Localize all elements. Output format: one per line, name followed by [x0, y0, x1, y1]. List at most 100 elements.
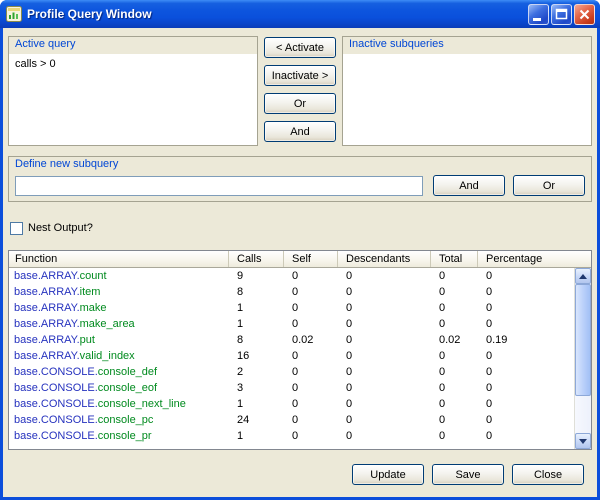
column-header-function[interactable]: Function: [9, 251, 229, 267]
scrollbar-thumb[interactable]: [575, 284, 591, 396]
close-button[interactable]: [574, 4, 595, 25]
descendants-cell: 0: [338, 316, 431, 332]
function-qualifier: base.ARRAY.: [14, 350, 80, 362]
scroll-up-button[interactable]: [575, 268, 591, 284]
titlebar[interactable]: Profile Query Window: [0, 0, 600, 28]
save-button[interactable]: Save: [432, 464, 504, 485]
active-query-label: Active query: [9, 37, 257, 53]
table-row[interactable]: base.ARRAY.make_area 1 0 0 0 0: [9, 316, 574, 332]
column-header-percentage[interactable]: Percentage: [478, 251, 591, 267]
total-cell: 0: [431, 284, 478, 300]
function-feature: count: [80, 270, 107, 282]
active-query-item[interactable]: calls > 0: [9, 54, 257, 72]
percentage-cell: 0: [478, 428, 574, 444]
function-qualifier: base.ARRAY.: [14, 270, 80, 282]
column-header-calls[interactable]: Calls: [229, 251, 284, 267]
table-row[interactable]: base.CONSOLE.console_pr 1 0 0 0 0: [9, 428, 574, 444]
table-row[interactable]: base.ARRAY.count 9 0 0 0 0: [9, 268, 574, 284]
percentage-cell: 0: [478, 316, 574, 332]
total-cell: 0: [431, 428, 478, 444]
minimize-button[interactable]: [528, 4, 549, 25]
function-cell: base.ARRAY.valid_index: [9, 348, 229, 364]
table-body[interactable]: base.ARRAY.count 9 0 0 0 0 base.ARRAY.it…: [9, 268, 574, 449]
minimize-icon: [529, 5, 548, 24]
descendants-cell: 0: [338, 396, 431, 412]
function-cell: base.ARRAY.make: [9, 300, 229, 316]
function-feature: console_pc: [98, 414, 154, 426]
scroll-down-button[interactable]: [575, 433, 591, 449]
table-row[interactable]: base.CONSOLE.console_next_line 1 0 0 0 0: [9, 396, 574, 412]
table-row[interactable]: base.CONSOLE.console_pc 24 0 0 0 0: [9, 412, 574, 428]
function-cell: base.CONSOLE.console_eof: [9, 380, 229, 396]
self-cell: 0: [284, 428, 338, 444]
table-row[interactable]: base.ARRAY.put 8 0.02 0 0.02 0.19: [9, 332, 574, 348]
function-feature: console_next_line: [98, 398, 186, 410]
descendants-cell: 0: [338, 332, 431, 348]
total-cell: 0.02: [431, 332, 478, 348]
close-icon: [575, 5, 594, 24]
inactive-subqueries-list[interactable]: [343, 54, 591, 145]
window-controls: [528, 4, 595, 25]
function-qualifier: base.ARRAY.: [14, 318, 80, 330]
self-cell: 0: [284, 348, 338, 364]
function-qualifier: base.ARRAY.: [14, 334, 80, 346]
inactivate-button[interactable]: Inactivate >: [264, 65, 336, 86]
subquery-and-button[interactable]: And: [433, 175, 505, 196]
vertical-scrollbar[interactable]: [574, 268, 591, 449]
function-feature: put: [80, 334, 95, 346]
subquery-or-button[interactable]: Or: [513, 175, 585, 196]
total-cell: 0: [431, 380, 478, 396]
close-dialog-button[interactable]: Close: [512, 464, 584, 485]
inactive-subqueries-label: Inactive subqueries: [343, 37, 591, 53]
descendants-cell: 0: [338, 284, 431, 300]
column-header-descendants[interactable]: Descendants: [338, 251, 431, 267]
table-row[interactable]: base.CONSOLE.console_eof 3 0 0 0 0: [9, 380, 574, 396]
descendants-cell: 0: [338, 428, 431, 444]
subquery-input[interactable]: [15, 176, 423, 196]
function-cell: base.ARRAY.make_area: [9, 316, 229, 332]
function-qualifier: base.CONSOLE.: [14, 366, 98, 378]
table-header: Function Calls Self Descendants Total Pe…: [9, 251, 591, 268]
percentage-cell: 0: [478, 268, 574, 284]
function-feature: console_pr: [98, 430, 152, 442]
function-feature: console_def: [98, 366, 157, 378]
function-qualifier: base.CONSOLE.: [14, 430, 98, 442]
column-header-self[interactable]: Self: [284, 251, 338, 267]
nest-output-label: Nest Output?: [28, 222, 93, 235]
update-button[interactable]: Update: [352, 464, 424, 485]
column-header-total[interactable]: Total: [431, 251, 478, 267]
calls-cell: 24: [229, 412, 284, 428]
calls-cell: 8: [229, 332, 284, 348]
active-query-list[interactable]: calls > 0: [9, 54, 257, 145]
function-qualifier: base.CONSOLE.: [14, 398, 98, 410]
or-button[interactable]: Or: [264, 93, 336, 114]
function-cell: base.ARRAY.item: [9, 284, 229, 300]
calls-cell: 1: [229, 396, 284, 412]
percentage-cell: 0: [478, 412, 574, 428]
table-row[interactable]: base.CONSOLE.console_def 2 0 0 0 0: [9, 364, 574, 380]
activate-button[interactable]: < Activate: [264, 37, 336, 58]
function-cell: base.ARRAY.put: [9, 332, 229, 348]
function-qualifier: base.CONSOLE.: [14, 414, 98, 426]
nest-output-checkbox[interactable]: [10, 222, 23, 235]
total-cell: 0: [431, 396, 478, 412]
maximize-button[interactable]: [551, 4, 572, 25]
self-cell: 0: [284, 380, 338, 396]
self-cell: 0: [284, 284, 338, 300]
scrollbar-track[interactable]: [575, 284, 591, 433]
profile-query-window: Profile Query Window Active query calls …: [0, 0, 600, 500]
table-row[interactable]: base.ARRAY.valid_index 16 0 0 0 0: [9, 348, 574, 364]
self-cell: 0.02: [284, 332, 338, 348]
self-cell: 0: [284, 316, 338, 332]
table-row[interactable]: base.ARRAY.make 1 0 0 0 0: [9, 300, 574, 316]
define-subquery-label: Define new subquery: [9, 157, 591, 173]
total-cell: 0: [431, 412, 478, 428]
table-row[interactable]: base.ARRAY.item 8 0 0 0 0: [9, 284, 574, 300]
percentage-cell: 0: [478, 364, 574, 380]
function-cell: base.CONSOLE.console_pc: [9, 412, 229, 428]
scroll-up-icon: [579, 274, 587, 279]
client-area: Active query calls > 0 < Activate Inacti…: [3, 28, 597, 497]
self-cell: 0: [284, 268, 338, 284]
function-feature: item: [80, 286, 101, 298]
and-button[interactable]: And: [264, 121, 336, 142]
